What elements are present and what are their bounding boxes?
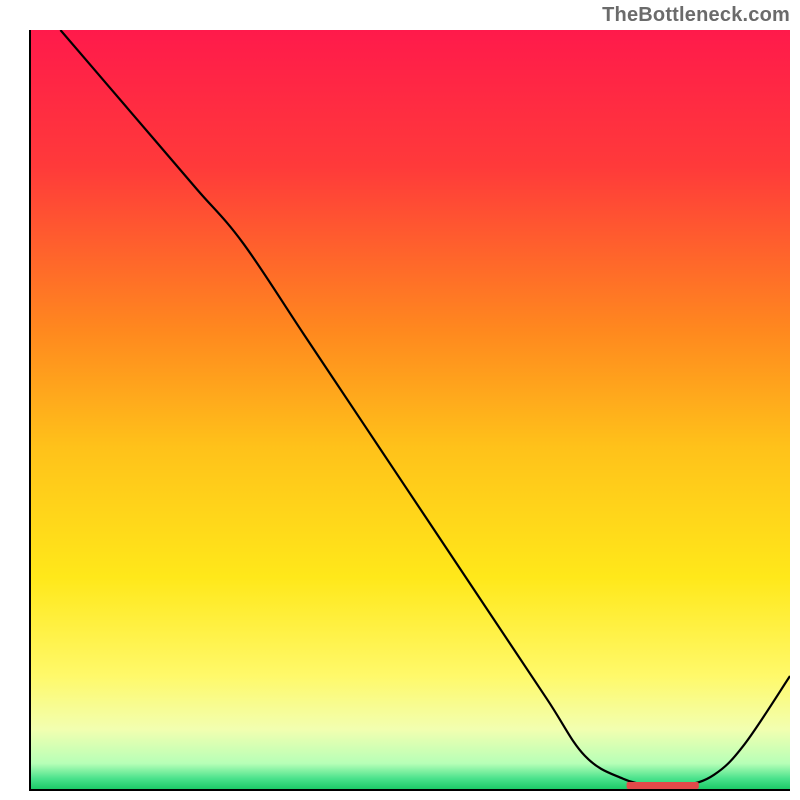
gradient-background [30, 30, 790, 790]
bottleneck-chart [0, 0, 800, 800]
watermark-label: TheBottleneck.com [602, 4, 790, 27]
optimal-marker [627, 782, 699, 789]
chart-container: TheBottleneck.com [0, 0, 800, 800]
